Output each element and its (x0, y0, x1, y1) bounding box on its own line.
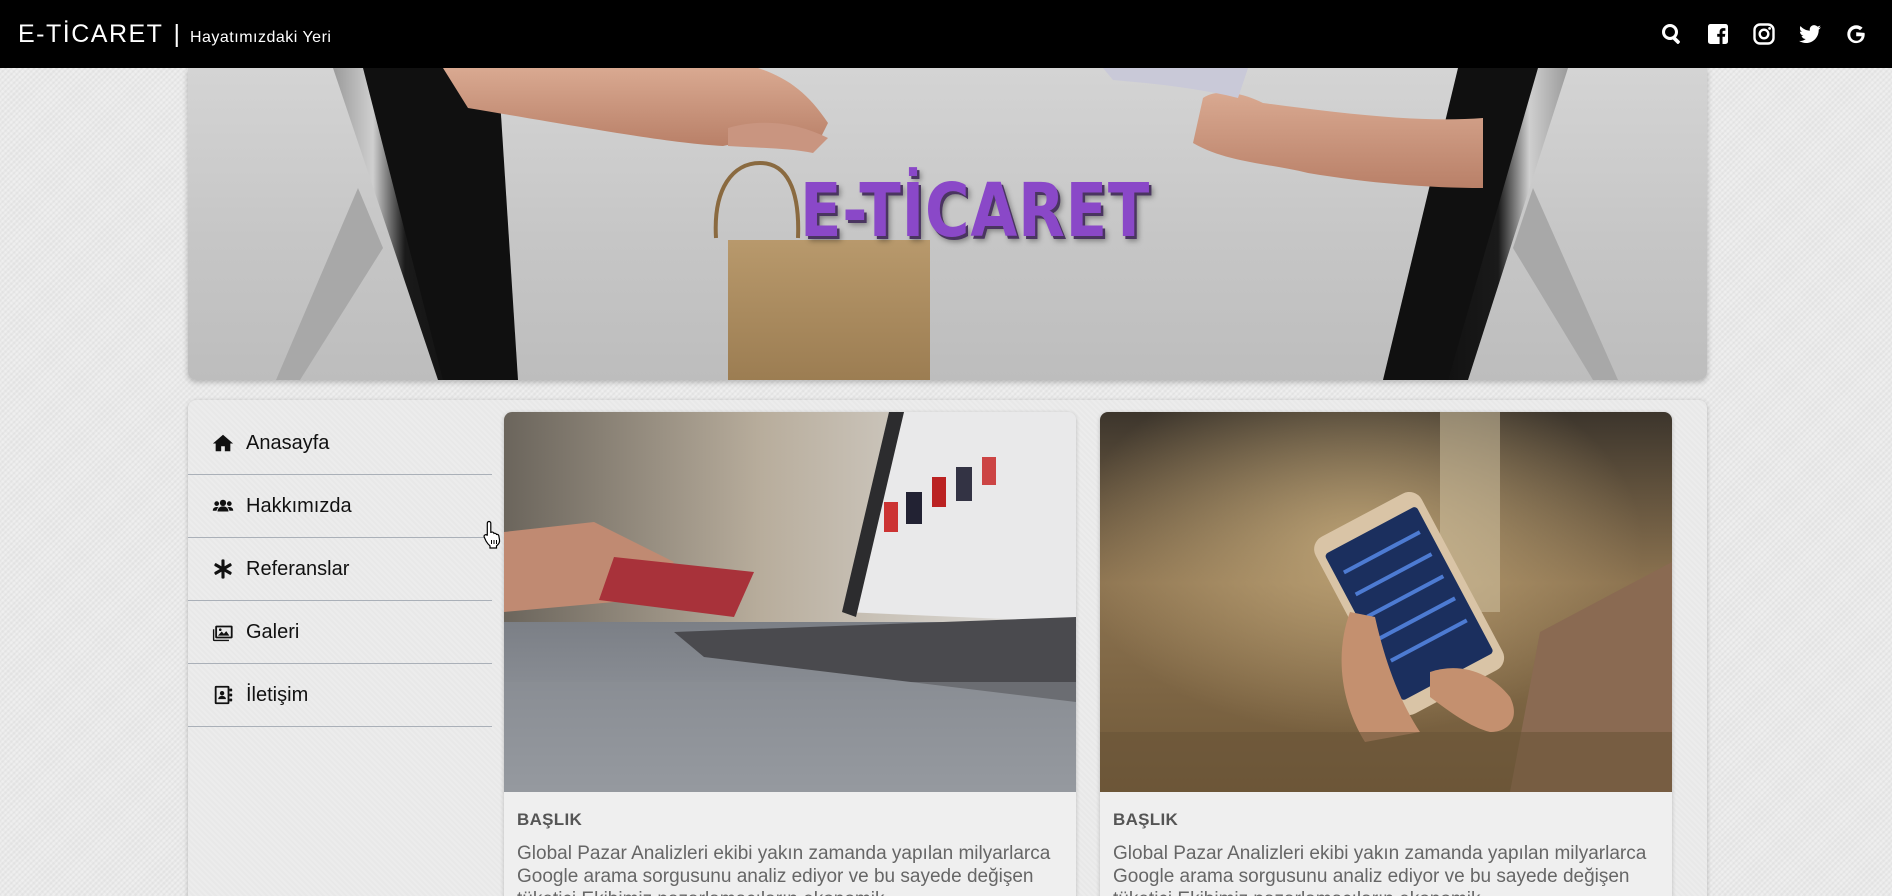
pointer-cursor-icon (483, 520, 501, 549)
sidebar-menu: Anasayfa Hakkımızda Referanslar Galeri İ… (188, 412, 492, 727)
sidebar-item-label: Galeri (246, 620, 300, 643)
content-panel: Anasayfa Hakkımızda Referanslar Galeri İ… (188, 400, 1707, 896)
brand-separator: | (173, 19, 180, 48)
users-icon (212, 499, 234, 512)
facebook-icon[interactable] (1705, 22, 1730, 47)
hero-banner: E-TİCARET (188, 68, 1707, 380)
content-card[interactable]: BAŞLIK Global Pazar Analizleri ekibi yak… (504, 412, 1076, 896)
sidebar-item-label: Hakkımızda (246, 494, 352, 517)
content-card[interactable]: BAŞLIK Global Pazar Analizleri ekibi yak… (1100, 412, 1672, 896)
google-icon[interactable] (1843, 22, 1868, 47)
brand-subtitle: Hayatımızdaki Yeri (189, 28, 332, 46)
sidebar-item-anasayfa[interactable]: Anasayfa (188, 412, 492, 475)
sidebar-item-iletisim[interactable]: İletişim (188, 664, 492, 727)
home-icon (212, 434, 234, 452)
top-navbar: E-TİCARET | Hayatımızdaki Yeri (0, 0, 1892, 68)
social-icons (1659, 22, 1874, 47)
instagram-icon[interactable] (1751, 22, 1776, 47)
search-icon[interactable] (1659, 22, 1684, 47)
twitter-icon[interactable] (1797, 22, 1822, 47)
sidebar-item-label: Referanslar (246, 557, 350, 580)
card-image-laptop-payment (504, 412, 1076, 792)
brand-title[interactable]: E-TİCARET (18, 20, 163, 49)
sidebar-item-referanslar[interactable]: Referanslar (188, 538, 492, 601)
brand[interactable]: E-TİCARET | Hayatımızdaki Yeri (18, 20, 331, 49)
card-image-phone (1100, 412, 1672, 792)
card-text: Global Pazar Analizleri ekibi yakın zama… (1113, 843, 1647, 896)
hero-title: E-TİCARET (800, 168, 1151, 254)
address-book-icon (214, 685, 233, 705)
sidebar-item-hakkimizda[interactable]: Hakkımızda (188, 475, 492, 538)
card-text: Global Pazar Analizleri ekibi yakın zama… (517, 843, 1051, 896)
sidebar-item-galeri[interactable]: Galeri (188, 601, 492, 664)
asterisk-icon (214, 559, 232, 579)
card-title: BAŞLIK (517, 810, 583, 829)
card-title: BAŞLIK (1113, 810, 1179, 829)
sidebar-item-label: Anasayfa (246, 431, 330, 454)
images-icon (212, 625, 233, 642)
sidebar-item-label: İletişim (246, 683, 309, 706)
